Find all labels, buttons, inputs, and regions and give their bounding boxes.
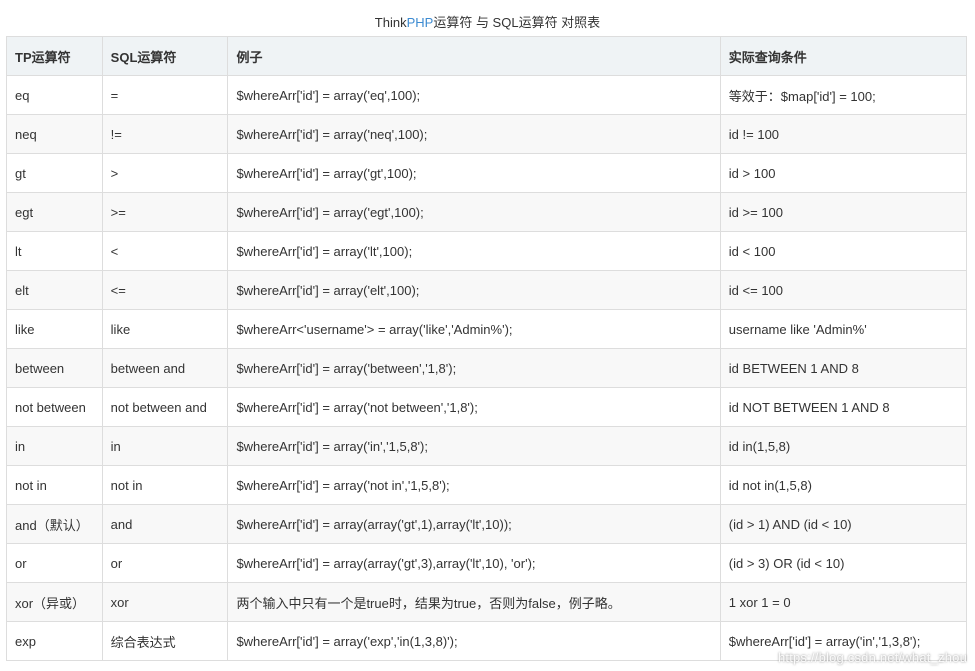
cell-example: $whereArr<'username'> = array('like','Ad… — [227, 309, 721, 349]
table-row: in in $whereArr['id'] = array('in','1,5,8'… — [6, 426, 968, 466]
cell-example: $whereArr['id'] = array('not in','1,5,8'… — [227, 465, 721, 505]
cell-sql-operator: and — [101, 504, 229, 544]
cell-actual-condition: id > 100 — [719, 153, 968, 193]
cell-actual-condition: id <= 100 — [719, 270, 968, 310]
caption-suffix: 运算符 与 SQL运算符 对照表 — [433, 15, 601, 30]
cell-example: $whereArr['id'] = array('between','1,8')… — [227, 348, 721, 388]
cell-sql-operator: >= — [101, 192, 229, 232]
cell-example: $whereArr['id'] = array('exp','in(1,3,8)… — [227, 621, 721, 661]
table-header: TP运算符 SQL运算符 例子 实际查询条件 — [6, 36, 968, 76]
watermark: https://blog.csdn.net/what_zhou — [777, 650, 967, 665]
cell-example: $whereArr['id'] = array('eq',100); — [227, 75, 721, 115]
table-body: eq = $whereArr['id'] = array('eq',100); 等效于… — [6, 75, 968, 661]
cell-example: $whereArr['id'] = array('not between','1… — [227, 387, 721, 427]
cell-tp-operator: gt — [6, 153, 103, 193]
table-row: lt < $whereArr['id'] = array('lt',100); id … — [6, 231, 968, 271]
cell-actual-condition: (id > 1) AND (id < 10) — [719, 504, 968, 544]
header-tp-operator: TP运算符 — [6, 36, 103, 76]
header-sql-operator: SQL运算符 — [101, 36, 229, 76]
cell-example: $whereArr['id'] = array('in','1,5,8'); — [227, 426, 721, 466]
cell-sql-operator: 综合表达式 — [101, 621, 229, 661]
table-row: like like $whereArr<'username'> = array('l… — [6, 309, 968, 349]
cell-actual-condition: 1 xor 1 = 0 — [719, 582, 968, 622]
table-row: and（默认） and $whereArr['id'] = array(array(… — [6, 504, 968, 544]
cell-sql-operator: <= — [101, 270, 229, 310]
cell-actual-condition: id != 100 — [719, 114, 968, 154]
cell-sql-operator: in — [101, 426, 229, 466]
cell-actual-condition: id >= 100 — [719, 192, 968, 232]
cell-tp-operator: lt — [6, 231, 103, 271]
header-example: 例子 — [227, 36, 721, 76]
cell-sql-operator: xor — [101, 582, 229, 622]
cell-sql-operator: > — [101, 153, 229, 193]
cell-actual-condition: id < 100 — [719, 231, 968, 271]
operator-comparison-table: TP运算符 SQL运算符 例子 实际查询条件 eq = $whereArr['id'… — [6, 36, 968, 661]
cell-tp-operator: and（默认） — [6, 504, 103, 544]
cell-actual-condition: 等效于：$map['id'] = 100; — [719, 75, 968, 115]
header-row: TP运算符 SQL运算符 例子 实际查询条件 — [6, 36, 968, 76]
caption-accent: PHP — [406, 15, 434, 30]
cell-sql-operator: != — [101, 114, 229, 154]
cell-tp-operator: exp — [6, 621, 103, 661]
cell-tp-operator: egt — [6, 192, 103, 232]
table-row: not in not in $whereArr['id'] = array('not… — [6, 465, 968, 505]
cell-actual-condition: id not in(1,5,8) — [719, 465, 968, 505]
cell-tp-operator: xor（异或） — [6, 582, 103, 622]
cell-tp-operator: elt — [6, 270, 103, 310]
table-row: gt > $whereArr['id'] = array('gt',100); id … — [6, 153, 968, 193]
cell-sql-operator: between and — [101, 348, 229, 388]
table-row: or or $whereArr['id'] = array(array('gt',3… — [6, 543, 968, 583]
cell-tp-operator: not between — [6, 387, 103, 427]
table-row: between between and $whereArr['id'] = arra… — [6, 348, 968, 388]
cell-example: $whereArr['id'] = array('elt',100); — [227, 270, 721, 310]
cell-sql-operator: not in — [101, 465, 229, 505]
cell-example: $whereArr['id'] = array('lt',100); — [227, 231, 721, 271]
cell-sql-operator: not between and — [101, 387, 229, 427]
cell-tp-operator: eq — [6, 75, 103, 115]
caption-prefix: Think — [374, 15, 407, 30]
cell-actual-condition: id BETWEEN 1 AND 8 — [719, 348, 968, 388]
table-row: elt <= $whereArr['id'] = array('elt',100);… — [6, 270, 968, 310]
cell-actual-condition: id in(1,5,8) — [719, 426, 968, 466]
table-row: xor（异或） xor 两个输入中只有一个是true时，结果为true，否则为fal… — [6, 582, 968, 622]
table-row: neq != $whereArr['id'] = array('neq',100);… — [6, 114, 968, 154]
cell-actual-condition: username like 'Admin%' — [719, 309, 968, 349]
cell-example: $whereArr['id'] = array(array('gt',1),ar… — [227, 504, 721, 544]
table-caption: ThinkPHP运算符 与 SQL运算符 对照表 — [0, 14, 975, 32]
table-row: eq = $whereArr['id'] = array('eq',100); 等效于… — [6, 75, 968, 115]
cell-example: 两个输入中只有一个是true时，结果为true，否则为false，例子略。 — [227, 582, 721, 622]
cell-sql-operator: or — [101, 543, 229, 583]
cell-actual-condition: (id > 3) OR (id < 10) — [719, 543, 968, 583]
table-row: not between not between and $whereArr['id'… — [6, 387, 968, 427]
cell-example: $whereArr['id'] = array('neq',100); — [227, 114, 721, 154]
cell-tp-operator: not in — [6, 465, 103, 505]
cell-tp-operator: between — [6, 348, 103, 388]
cell-tp-operator: or — [6, 543, 103, 583]
cell-example: $whereArr['id'] = array('gt',100); — [227, 153, 721, 193]
table-row: egt >= $whereArr['id'] = array('egt',100);… — [6, 192, 968, 232]
cell-tp-operator: in — [6, 426, 103, 466]
cell-example: $whereArr['id'] = array('egt',100); — [227, 192, 721, 232]
cell-tp-operator: like — [6, 309, 103, 349]
cell-sql-operator: = — [101, 75, 229, 115]
cell-sql-operator: < — [101, 231, 229, 271]
cell-tp-operator: neq — [6, 114, 103, 154]
cell-sql-operator: like — [101, 309, 229, 349]
cell-actual-condition: id NOT BETWEEN 1 AND 8 — [719, 387, 968, 427]
cell-example: $whereArr['id'] = array(array('gt',3),ar… — [227, 543, 721, 583]
header-actual-condition: 实际查询条件 — [719, 36, 968, 76]
